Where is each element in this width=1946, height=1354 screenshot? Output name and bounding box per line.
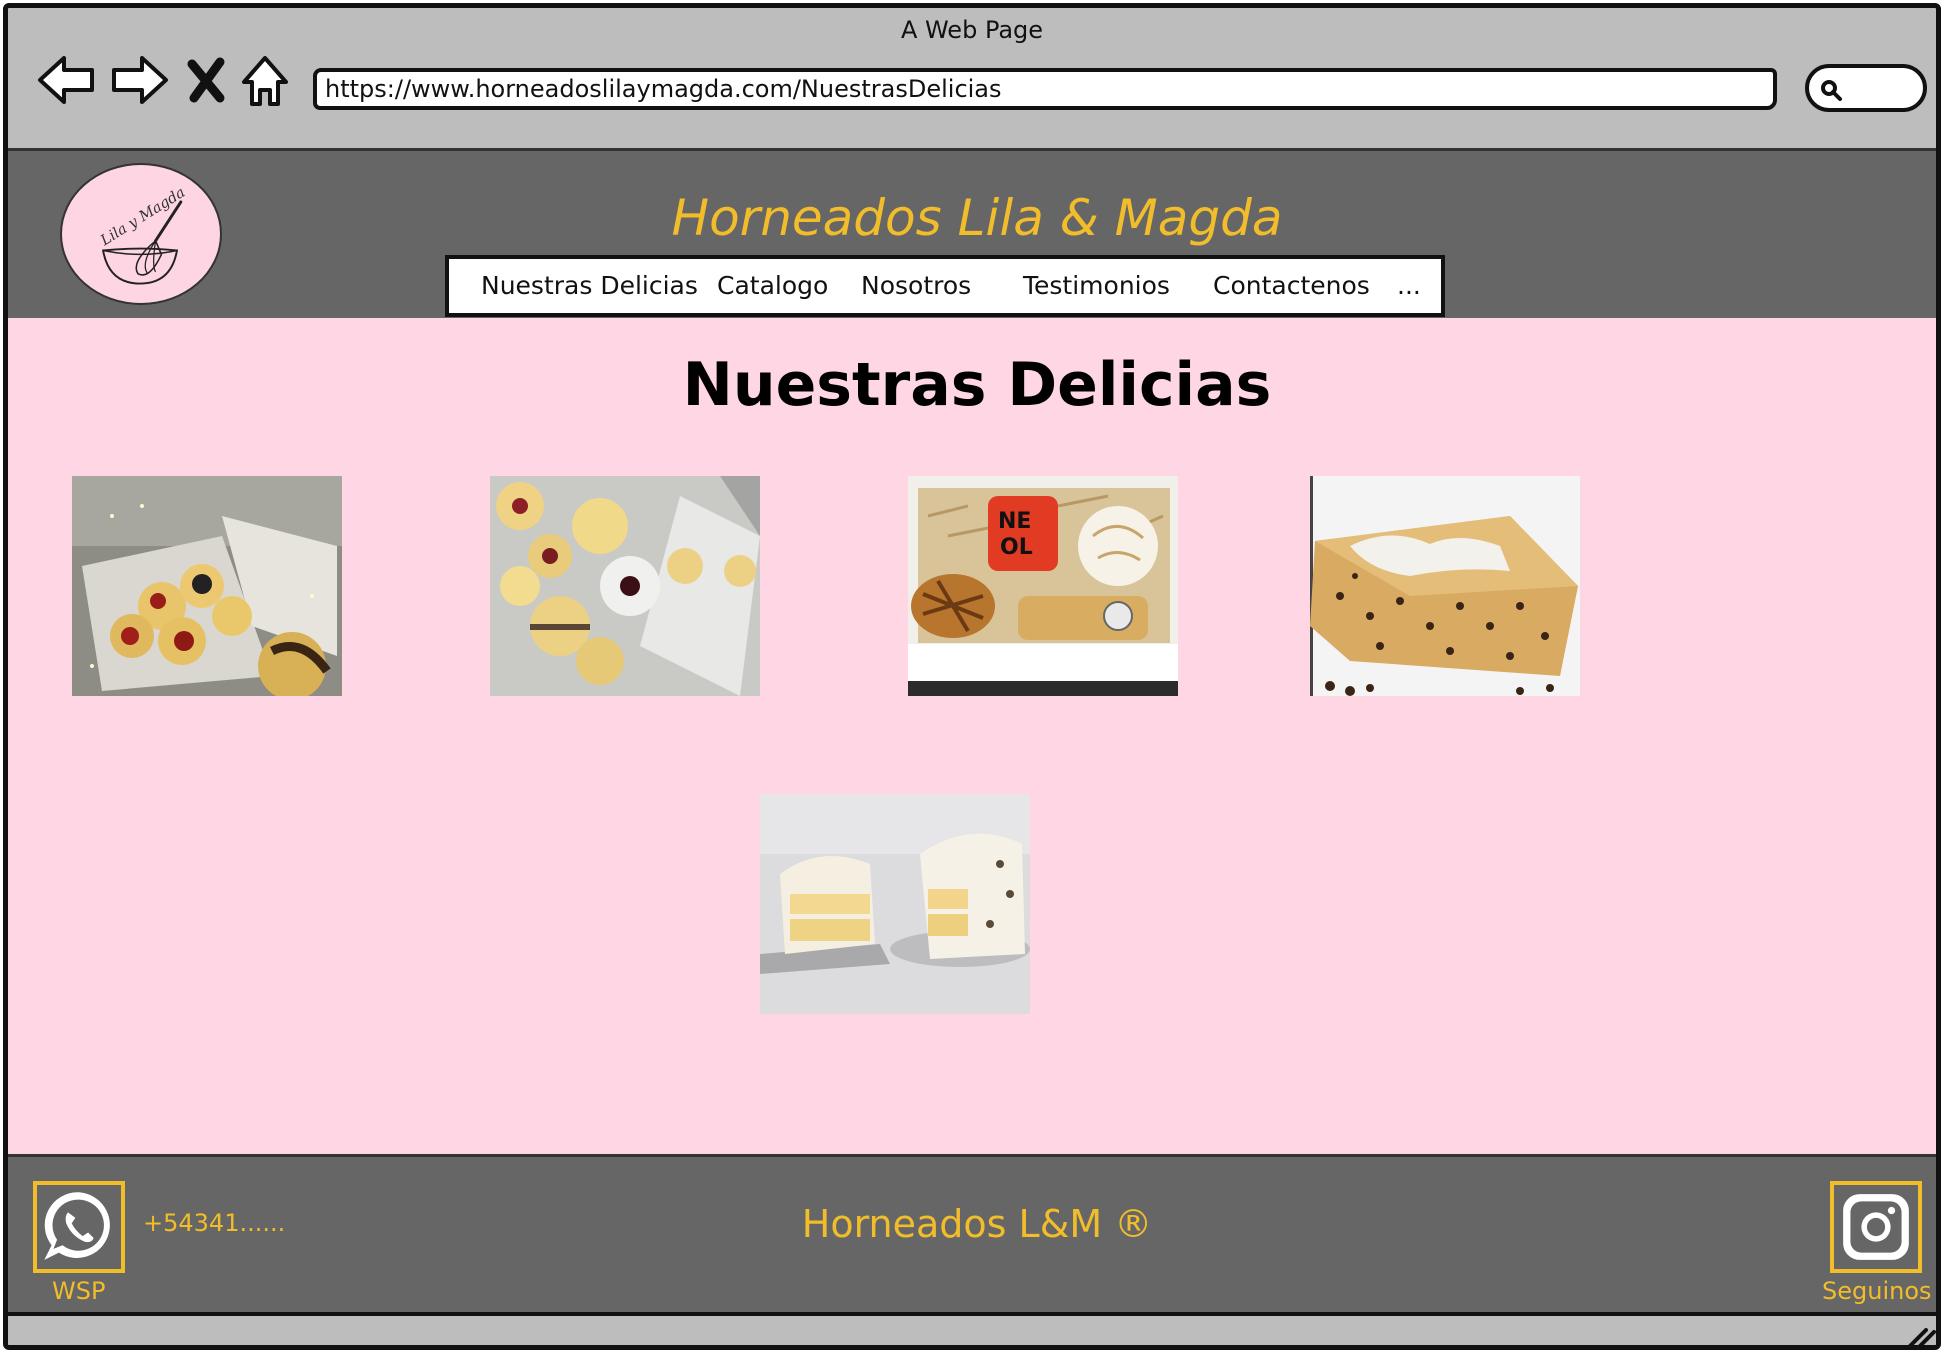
instagram-icon[interactable] [1830,1181,1922,1273]
wsp-label: WSP [52,1277,106,1305]
nav-item-nosotros[interactable]: Nosotros [861,271,971,300]
photo-gift-box[interactable]: NE OL [908,476,1178,696]
back-arrow-icon[interactable] [34,48,98,112]
address-bar[interactable]: https://www.horneadoslilaymagda.com/Nues… [313,68,1777,110]
photo-chocolate-chip-cake[interactable] [1310,476,1580,696]
brand-title: Horneados Lila & Magda [671,189,1283,247]
status-bar [8,1312,1936,1348]
browser-window: A Web Page https://www.horneadoslilaymag… [3,3,1941,1350]
search-icon [1821,80,1842,101]
forward-arrow-icon[interactable] [108,48,172,112]
photo-cream-cake[interactable] [760,794,1030,1014]
main-content: Nuestras Delicias NE OL [8,318,1936,1154]
footer-brand: Horneados L&M ® [801,1202,1153,1246]
home-icon[interactable] [240,48,290,112]
svg-text:NE: NE [998,509,1031,534]
photo-alfajores-box[interactable] [72,476,342,696]
site-header: Lila y Magda Horneados Lila & Magda Nues… [8,148,1936,318]
browser-search-input[interactable] [1805,64,1927,112]
svg-text:OL: OL [1000,535,1033,560]
nav-item-nuestras-delicias[interactable]: Nuestras Delicias [481,271,698,300]
page-title: Nuestras Delicias [682,350,1272,420]
close-icon[interactable] [184,48,228,112]
site-footer: +54341...... WSP Horneados L&M ® Seguino… [8,1154,1936,1312]
main-nav: Nuestras Delicias Catalogo Nosotros Test… [445,255,1445,317]
instagram-label: Seguinos [1822,1277,1932,1305]
photo-cookies-box[interactable] [490,476,760,696]
nav-item-catalogo[interactable]: Catalogo [717,271,828,300]
nav-item-more[interactable]: ... [1397,271,1421,300]
resize-grip-icon[interactable] [1906,1324,1936,1348]
window-title: A Web Page [900,16,1044,44]
nav-item-contactenos[interactable]: Contactenos [1213,271,1370,300]
nav-item-testimonios[interactable]: Testimonios [1023,271,1170,300]
